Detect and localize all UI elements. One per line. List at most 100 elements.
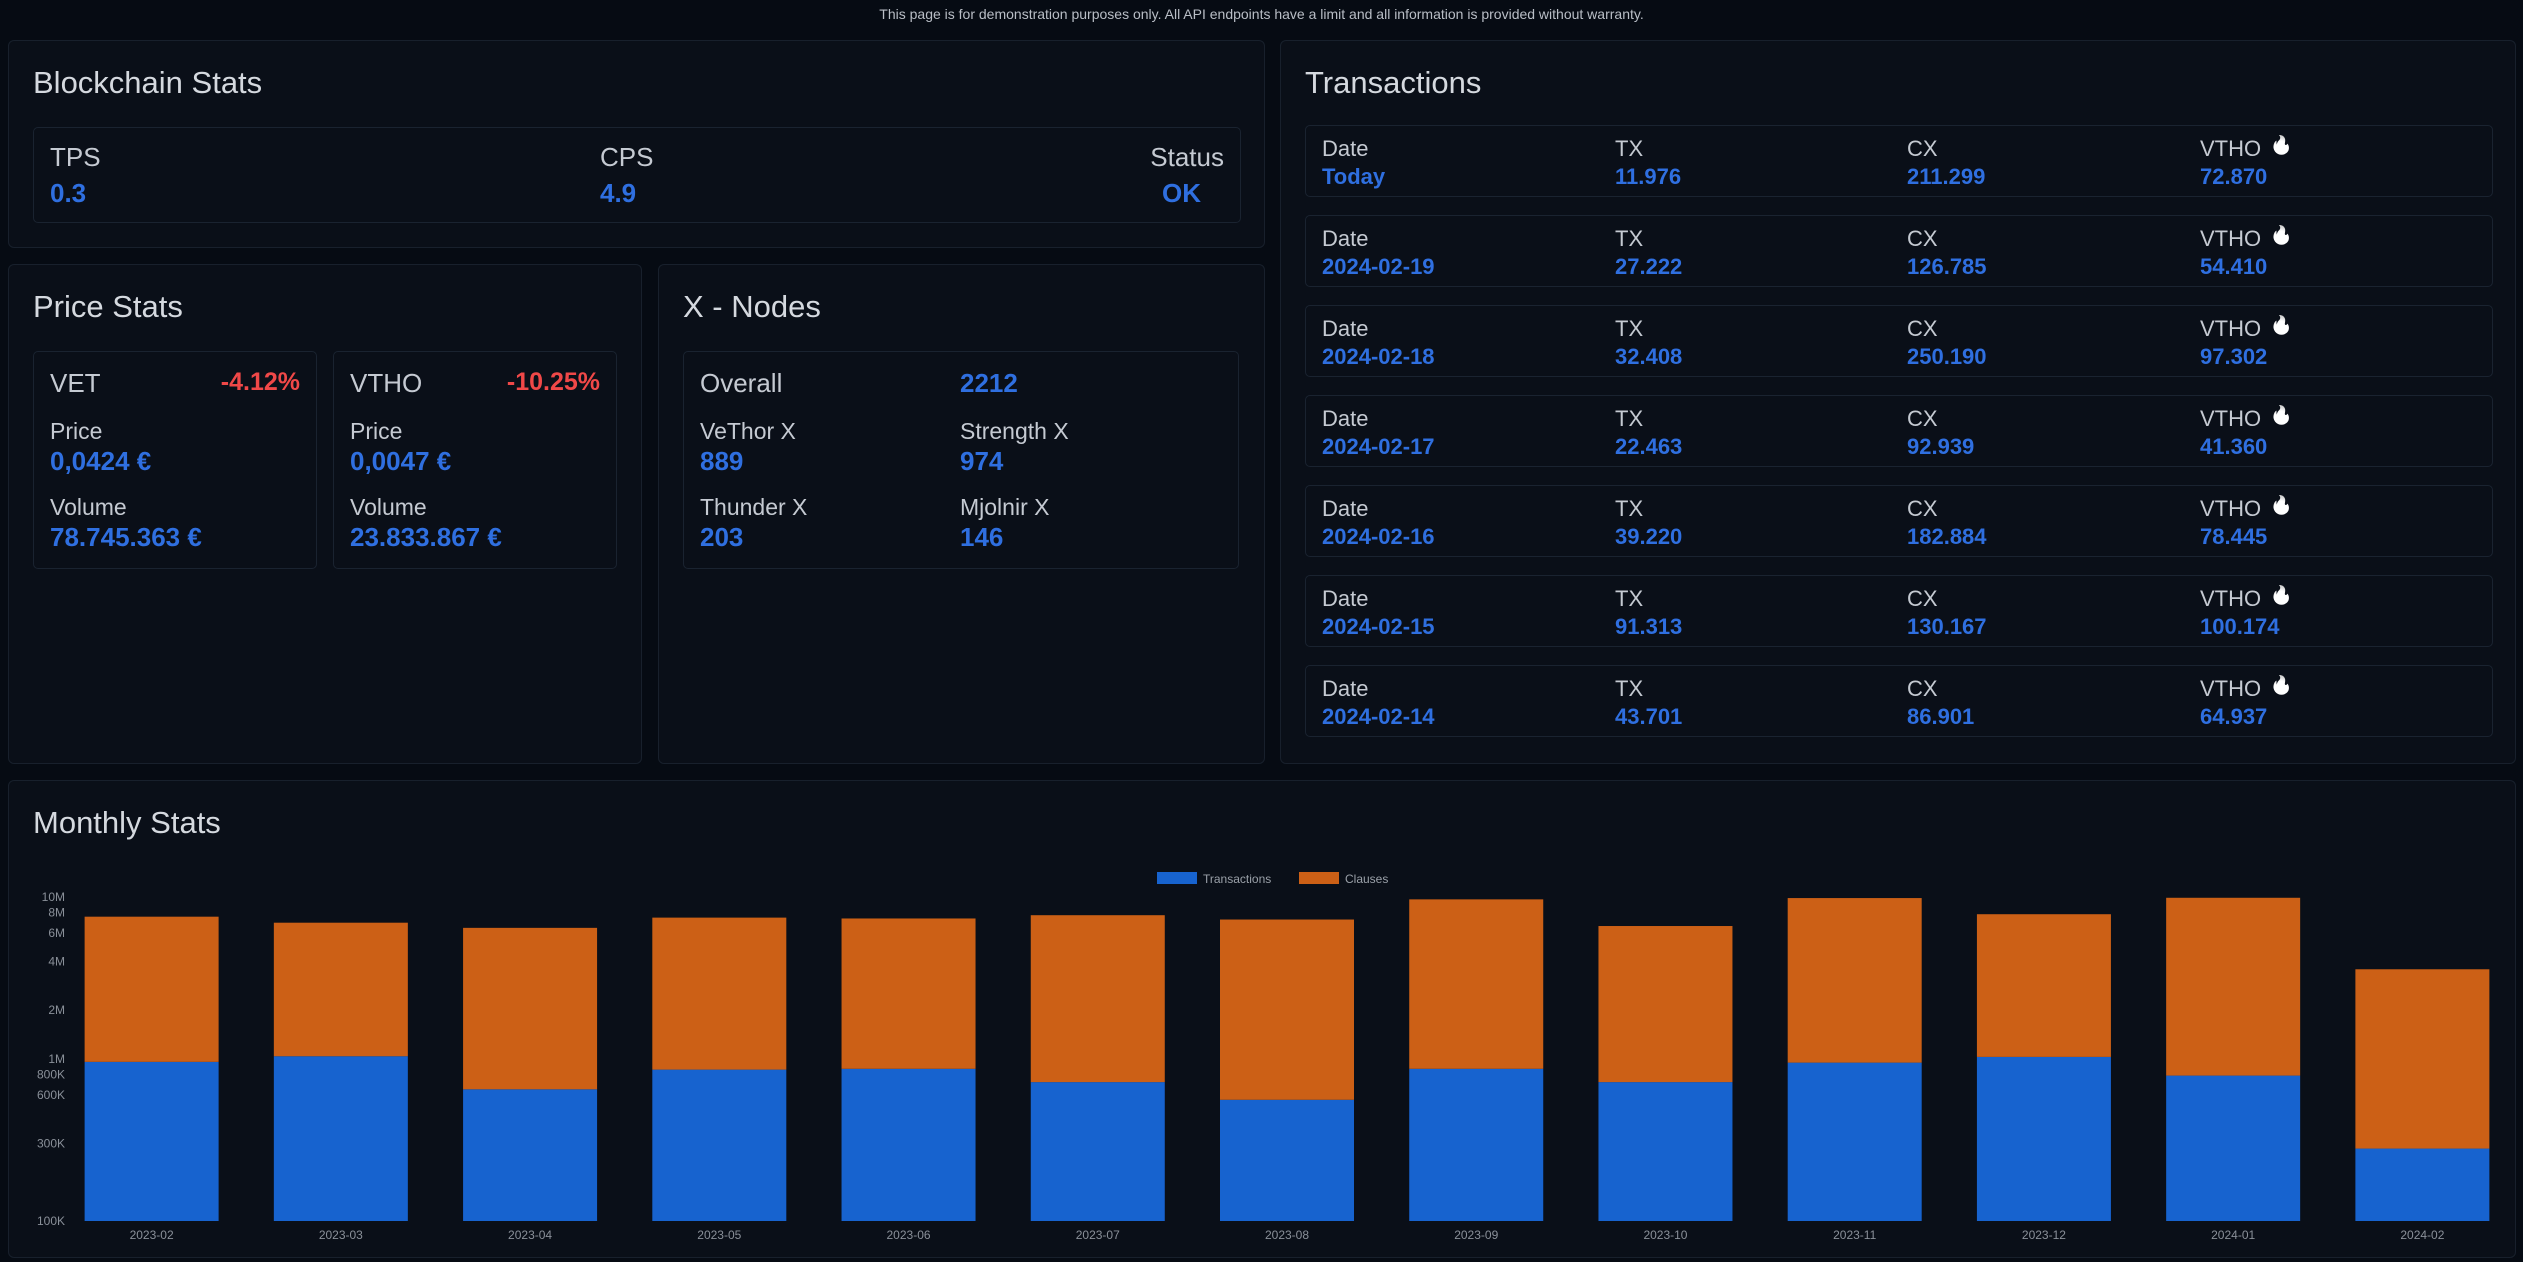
legend-label-clauses: Clauses: [1345, 872, 1388, 886]
x-tick-label: 2023-07: [1076, 1228, 1120, 1242]
blockchain-stats-box: TPS 0.3 CPS 4.9 Status OK: [33, 127, 1241, 223]
bar-clauses: [652, 917, 787, 1070]
transaction-tx-value: 22.463: [1615, 434, 1683, 459]
bar-clauses: [1787, 898, 1922, 1063]
transaction-vtho-label: VTHO: [2200, 676, 2262, 701]
transaction-date-value: 2024-02-14: [1322, 704, 1435, 729]
transaction-vtho-label: VTHO: [2200, 586, 2262, 611]
transaction-vtho-label: VTHO: [2200, 226, 2262, 251]
vet-volume-label: Volume: [50, 494, 127, 520]
overall-label: Overall: [700, 368, 783, 398]
status-label: Status: [1150, 142, 1224, 172]
bar-clauses: [1030, 915, 1165, 1083]
vtho-volume-label: Volume: [350, 494, 427, 520]
y-tick-label: 300K: [37, 1137, 65, 1151]
legend-swatch-transactions: [1157, 872, 1197, 884]
transaction-cx-label: CX: [1907, 226, 1938, 251]
bar-clauses: [463, 927, 598, 1090]
transaction-vtho-value: 78.445: [2200, 524, 2268, 549]
transaction-tx-value: 27.222: [1615, 254, 1683, 279]
vtho-name: VTHO: [350, 368, 423, 398]
thunder-x-value: 203: [700, 522, 744, 552]
monthly-stats-card: Monthly Stats 100K 300K 600K 800K 1M 2M 4M 6M 8M…: [8, 780, 2516, 1258]
transaction-tx-label: TX: [1615, 586, 1644, 611]
bar-transactions: [841, 1068, 976, 1221]
transaction-row: Date 2024-02-18 TX 32.408 CX 250.190 VTHO 🔥 97.3…: [1305, 305, 2493, 377]
x-tick-label: 2023-10: [1643, 1228, 1687, 1242]
transaction-vtho-value: 64.937: [2200, 704, 2268, 729]
bar-clauses: [1220, 919, 1354, 1100]
transaction-cx-label: CX: [1907, 586, 1938, 611]
transaction-cx-label: CX: [1907, 496, 1938, 521]
transaction-date-value: 2024-02-16: [1322, 524, 1435, 549]
transaction-tx-value: 11.976: [1615, 164, 1682, 189]
y-tick-label: 1M: [48, 1052, 65, 1066]
x-tick-label: 2024-02: [2400, 1228, 2444, 1242]
y-tick-label: 4M: [48, 954, 65, 968]
disclaimer-text: This page is for demonstration purposes …: [879, 6, 1644, 22]
bar-clauses: [841, 918, 976, 1069]
bar-clauses: [1409, 899, 1544, 1069]
vet-price-value: 0,0424 €: [50, 446, 152, 476]
x-nodes-title: X - Nodes: [683, 289, 821, 324]
transaction-date-label: Date: [1322, 406, 1369, 431]
transaction-tx-value: 43.701: [1615, 704, 1683, 729]
transaction-cx-value: 86.901: [1907, 704, 1975, 729]
price-stats-card: Price Stats VET -4.12% Price 0,0424 € Vo…: [8, 264, 642, 764]
flame-icon: 🔥: [2270, 495, 2293, 515]
vet-price-label: Price: [50, 418, 103, 444]
vtho-price-label: Price: [350, 418, 403, 444]
bar-transactions: [463, 1089, 598, 1221]
flame-icon: 🔥: [2270, 405, 2293, 425]
transaction-date-label: Date: [1322, 586, 1369, 611]
x-tick-label: 2023-03: [319, 1228, 363, 1242]
transaction-cx-value: 250.190: [1907, 344, 1987, 369]
transaction-date-value: 2024-02-15: [1322, 614, 1435, 639]
flame-icon: 🔥: [2270, 135, 2293, 155]
x-tick-label: 2023-12: [2022, 1228, 2066, 1242]
bar-transactions: [84, 1061, 219, 1221]
status-value: OK: [1162, 178, 1201, 208]
flame-icon: 🔥: [2270, 675, 2293, 695]
x-tick-label: 2023-08: [1265, 1228, 1309, 1242]
x-nodes-card: X - Nodes Overall 2212 VeThor X 889 Stre…: [658, 264, 1265, 764]
transaction-cx-value: 211.299: [1907, 164, 1986, 189]
transaction-vtho-value: 41.360: [2200, 434, 2268, 459]
strength-x-label: Strength X: [960, 418, 1069, 444]
bar-transactions: [1976, 1056, 2111, 1221]
transaction-vtho-label: VTHO: [2200, 136, 2262, 161]
transaction-date-value: 2024-02-17: [1322, 434, 1435, 459]
x-tick-label: 2023-11: [1833, 1228, 1876, 1242]
flame-icon: 🔥: [2270, 585, 2293, 605]
transaction-date-label: Date: [1322, 316, 1369, 341]
bar-clauses: [2355, 969, 2490, 1149]
transaction-vtho-label: VTHO: [2200, 496, 2262, 521]
transaction-date-label: Date: [1322, 676, 1369, 701]
bar-transactions: [2166, 1075, 2301, 1221]
vethor-x-label: VeThor X: [700, 418, 796, 444]
strength-x-value: 974: [960, 446, 1004, 476]
bar-transactions: [273, 1056, 408, 1221]
bar-transactions: [652, 1069, 787, 1221]
thunder-x-label: Thunder X: [700, 494, 808, 520]
legend-label-transactions: Transactions: [1203, 872, 1271, 886]
transaction-cx-value: 126.785: [1907, 254, 1987, 279]
bar-clauses: [84, 916, 219, 1062]
transaction-tx-label: TX: [1615, 496, 1644, 521]
transactions-title: Transactions: [1305, 65, 1482, 100]
y-tick-label: 100K: [37, 1214, 65, 1228]
blockchain-stats-card: Blockchain Stats TPS 0.3 CPS 4.9 Status …: [8, 40, 1265, 248]
transaction-tx-label: TX: [1615, 136, 1644, 161]
transaction-row: Date Today TX 11.976 CX 211.299 VTHO 🔥 72.870: [1305, 125, 2493, 197]
y-tick-label: 600K: [37, 1088, 65, 1102]
transaction-cx-label: CX: [1907, 316, 1938, 341]
price-stats-title: Price Stats: [33, 289, 183, 324]
tps-label: TPS: [50, 142, 101, 172]
transaction-row: Date 2024-02-17 TX 22.463 CX 92.939 VTHO 🔥 41.36…: [1305, 395, 2493, 467]
bar-transactions: [1787, 1062, 1922, 1221]
vet-name: VET: [50, 368, 101, 398]
vtho-price-value: 0,0047 €: [350, 446, 452, 476]
transaction-row: Date 2024-02-14 TX 43.701 CX 86.901 VTHO 🔥 64.93…: [1305, 665, 2493, 737]
transaction-vtho-value: 97.302: [2200, 344, 2268, 369]
transaction-tx-label: TX: [1615, 406, 1644, 431]
